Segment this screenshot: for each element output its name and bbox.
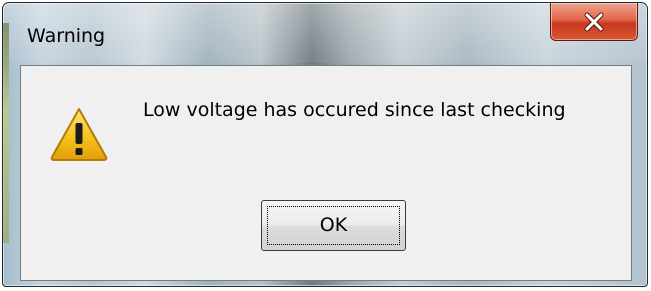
warning-icon xyxy=(50,108,108,161)
warning-message: Low voltage has occured since last check… xyxy=(143,99,566,121)
window-title: Warning xyxy=(27,25,106,47)
warning-dialog-window: Warning Low voltage has occured since la… xyxy=(2,2,648,287)
ok-button-label: OK xyxy=(319,213,348,236)
close-icon xyxy=(584,12,604,31)
ok-button[interactable]: OK xyxy=(261,200,406,251)
window-frame-accent xyxy=(3,23,9,243)
dialog-content: Low voltage has occured since last check… xyxy=(20,65,632,281)
close-button[interactable] xyxy=(550,3,638,41)
